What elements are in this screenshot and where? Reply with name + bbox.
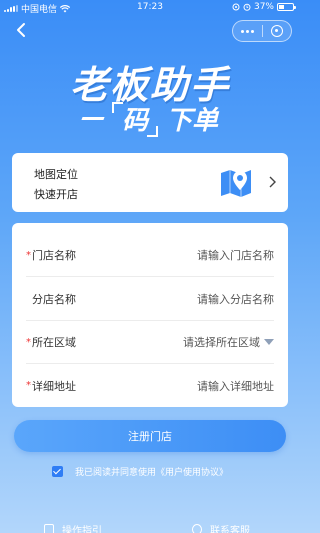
form-row-region[interactable]: * 所在区域 请选择所在区域 bbox=[26, 321, 274, 364]
register-store-button[interactable]: 注册门店 bbox=[14, 420, 286, 452]
map-card-subtitle: 快速开店 bbox=[34, 188, 78, 201]
more-button[interactable] bbox=[233, 21, 262, 41]
location-icon bbox=[232, 3, 240, 11]
store-form: * 门店名称 请输入门店名称 分店名称 请输入分店名称 * 所在区域 请选择所在… bbox=[12, 223, 288, 407]
hero-subtitle: 码 下单 bbox=[0, 100, 300, 137]
target-circle-icon bbox=[270, 25, 283, 37]
back-arrow-icon[interactable] bbox=[12, 20, 32, 40]
more-dots-icon bbox=[240, 29, 254, 33]
hero-dash bbox=[81, 117, 105, 120]
hero-code-text: 码 bbox=[111, 100, 159, 137]
form-row-address[interactable]: * 详细地址 请输入详细地址 bbox=[26, 364, 274, 407]
hero-order-text: 下单 bbox=[166, 106, 219, 136]
agreement-row: 我已阅读并同意使用《用户使用协议》 bbox=[52, 465, 228, 478]
field-label: 所在区域 bbox=[32, 336, 76, 349]
dropdown-triangle-icon bbox=[264, 339, 274, 345]
chevron-right-icon bbox=[269, 176, 276, 188]
guide-label: 操作指引 bbox=[62, 526, 102, 533]
close-mini-program-button[interactable] bbox=[263, 21, 292, 41]
guide-link[interactable]: 操作指引 bbox=[44, 522, 102, 533]
agreement-checkbox[interactable] bbox=[52, 466, 63, 477]
address-input[interactable]: 请输入详细地址 bbox=[197, 378, 274, 394]
region-select[interactable]: 请选择所在区域 bbox=[183, 334, 274, 350]
mini-program-capsule bbox=[232, 20, 292, 42]
agreement-text[interactable]: 我已阅读并同意使用《用户使用协议》 bbox=[75, 465, 228, 478]
store-name-input[interactable]: 请输入门店名称 bbox=[197, 247, 274, 263]
customer-service-label: 联系客服 bbox=[210, 526, 250, 533]
field-label: 门店名称 bbox=[32, 249, 76, 262]
form-row-branch-name[interactable]: 分店名称 请输入分店名称 bbox=[26, 278, 274, 321]
map-pin-icon bbox=[221, 170, 251, 197]
map-locate-card[interactable]: 地图定位 快速开店 bbox=[12, 153, 288, 212]
branch-name-input[interactable]: 请输入分店名称 bbox=[197, 291, 274, 307]
field-label: 分店名称 bbox=[32, 293, 76, 306]
battery-percent: 37% bbox=[253, 2, 274, 12]
customer-service-link[interactable]: 联系客服 bbox=[192, 522, 250, 533]
field-label: 详细地址 bbox=[32, 379, 76, 393]
battery-icon bbox=[277, 3, 296, 11]
footer: 操作指引 联系客服 bbox=[0, 520, 300, 533]
region-placeholder: 请选择所在区域 bbox=[183, 336, 260, 349]
map-card-title: 地图定位 bbox=[34, 168, 78, 181]
status-bar: 中国电信 17:23 37% bbox=[0, 0, 300, 16]
status-bar-right: 37% bbox=[232, 2, 296, 12]
form-row-store-name[interactable]: * 门店名称 请输入门店名称 bbox=[26, 234, 274, 277]
guide-icon bbox=[44, 524, 54, 533]
alarm-icon bbox=[243, 3, 251, 11]
headset-icon bbox=[192, 524, 202, 533]
